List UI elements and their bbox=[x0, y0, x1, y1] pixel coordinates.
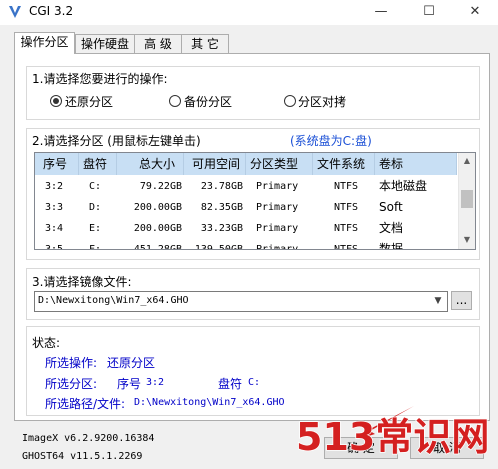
title-bar: CGI 3.2 — ☐ ✕ bbox=[0, 0, 498, 25]
cell-drive: F: bbox=[89, 244, 102, 250]
radio-backup[interactable] bbox=[169, 95, 181, 107]
cell-type: Primary bbox=[256, 181, 299, 192]
radio-restore-label[interactable]: 还原分区 bbox=[65, 93, 113, 110]
cell-index: 3:2 bbox=[45, 181, 64, 192]
system-disk-note: (系统盘为C:盘) bbox=[290, 134, 372, 148]
browse-button[interactable]: ... bbox=[451, 291, 472, 310]
partition-list[interactable]: 序号 盘符 总大小 可用空间 分区类型 文件系统 卷标 3:2 C: 79.22… bbox=[34, 152, 476, 250]
tab-advanced[interactable]: 高 级 bbox=[134, 34, 182, 53]
operation-title: 1.请选择您要进行的操作: bbox=[32, 72, 168, 86]
watermark-logo: 513常识网 bbox=[296, 406, 490, 456]
cell-free: 23.78GB bbox=[200, 181, 243, 192]
close-button[interactable]: ✕ bbox=[452, 0, 498, 25]
radio-copy-label[interactable]: 分区对拷 bbox=[298, 93, 346, 110]
app-icon bbox=[9, 6, 21, 18]
cell-index: 3:5 bbox=[45, 244, 64, 250]
cell-label: 本地磁盘 bbox=[379, 179, 428, 193]
col-part-type[interactable]: 分区类型 bbox=[246, 153, 313, 175]
scroll-thumb[interactable] bbox=[461, 190, 473, 208]
status-drive-label: 盘符 bbox=[218, 377, 243, 391]
maximize-button[interactable]: ☐ bbox=[406, 0, 452, 25]
status-title: 状态: bbox=[32, 336, 61, 350]
partition-row[interactable]: 3:4 E: 200.00GB 33.23GB Primary NTFS 文档 bbox=[35, 218, 457, 239]
radio-copy[interactable] bbox=[284, 95, 296, 107]
cell-free: 139.50GB bbox=[194, 244, 243, 250]
cell-fs: NTFS bbox=[334, 223, 359, 234]
list-header: 序号 盘符 总大小 可用空间 分区类型 文件系统 卷标 bbox=[35, 153, 457, 175]
cell-type: Primary bbox=[256, 223, 299, 234]
list-scrollbar[interactable]: ▲ ▼ bbox=[458, 153, 475, 249]
window-title: CGI 3.2 bbox=[29, 4, 74, 18]
cell-drive: C: bbox=[89, 181, 102, 192]
scroll-up-icon[interactable]: ▲ bbox=[459, 153, 475, 169]
cell-label: Soft bbox=[379, 200, 403, 214]
cell-drive: D: bbox=[89, 202, 102, 213]
cell-label: 数据 bbox=[379, 242, 404, 250]
col-filesystem[interactable]: 文件系统 bbox=[313, 153, 375, 175]
minimize-button[interactable]: — bbox=[358, 0, 404, 25]
cell-total: 200.00GB bbox=[133, 202, 182, 213]
svg-text:513常识网: 513常识网 bbox=[296, 415, 489, 456]
status-op-value: 还原分区 bbox=[107, 356, 156, 370]
cell-total: 200.00GB bbox=[133, 223, 182, 234]
chevron-down-icon[interactable]: ▼ bbox=[431, 294, 445, 308]
status-path-value: D:\Newxitong\Win7_x64.GHO bbox=[134, 397, 285, 408]
col-drive[interactable]: 盘符 bbox=[79, 153, 117, 175]
image-file-combo[interactable]: D:\Newxitong\Win7_x64.GHO ▼ bbox=[34, 291, 448, 312]
partition-row[interactable]: 3:5 F: 451.28GB 139.50GB Primary NTFS 数据 bbox=[35, 239, 457, 250]
cell-index: 3:3 bbox=[45, 202, 64, 213]
partition-row[interactable]: 3:2 C: 79.22GB 23.78GB Primary NTFS 本地磁盘 bbox=[35, 176, 457, 197]
cell-label: 文档 bbox=[379, 221, 404, 235]
cell-drive: E: bbox=[89, 223, 102, 234]
partition-row[interactable]: 3:3 D: 200.00GB 82.35GB Primary NTFS Sof… bbox=[35, 197, 457, 218]
cell-fs: NTFS bbox=[334, 181, 359, 192]
cell-type: Primary bbox=[256, 244, 299, 250]
col-index[interactable]: 序号 bbox=[35, 153, 79, 175]
status-drive-value: C: bbox=[248, 377, 261, 388]
radio-backup-label[interactable]: 备份分区 bbox=[184, 93, 232, 110]
tab-other[interactable]: 其 它 bbox=[181, 34, 229, 53]
cell-fs: NTFS bbox=[334, 202, 359, 213]
status-part-num-label: 序号 bbox=[117, 377, 142, 391]
col-free-space[interactable]: 可用空间 bbox=[184, 153, 246, 175]
image-file-title: 3.请选择镜像文件: bbox=[32, 275, 132, 289]
col-total-size[interactable]: 总大小 bbox=[117, 153, 184, 175]
status-part-label: 所选分区: bbox=[45, 377, 98, 391]
cell-index: 3:4 bbox=[45, 223, 64, 234]
partition-title: 2.请选择分区 (用鼠标左键单击) bbox=[32, 134, 201, 148]
cell-free: 82.35GB bbox=[200, 202, 243, 213]
tab-partition-ops[interactable]: 操作分区 bbox=[14, 32, 75, 54]
ghost-version: GHOST64 v11.5.1.2269 bbox=[22, 451, 143, 462]
imagex-version: ImageX v6.2.9200.16384 bbox=[22, 433, 155, 444]
tab-disk-ops[interactable]: 操作硬盘 bbox=[75, 34, 135, 53]
status-part-num: 3:2 bbox=[146, 377, 165, 388]
cell-total: 451.28GB bbox=[133, 244, 182, 250]
status-path-label: 所选路径/文件: bbox=[45, 397, 126, 411]
status-op-label: 所选操作: bbox=[45, 356, 98, 370]
cell-fs: NTFS bbox=[334, 244, 359, 250]
image-file-value: D:\Newxitong\Win7_x64.GHO bbox=[38, 295, 189, 306]
scroll-down-icon[interactable]: ▼ bbox=[459, 232, 475, 248]
cell-total: 79.22GB bbox=[139, 181, 182, 192]
radio-restore[interactable] bbox=[50, 95, 62, 107]
cell-free: 33.23GB bbox=[200, 223, 243, 234]
col-label[interactable]: 卷标 bbox=[375, 153, 457, 175]
cell-type: Primary bbox=[256, 202, 299, 213]
